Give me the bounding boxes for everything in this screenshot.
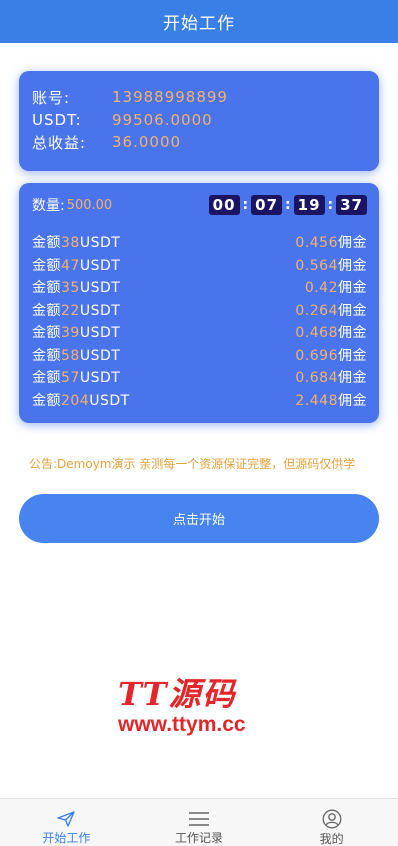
amount-prefix: 金额 bbox=[32, 325, 61, 342]
usdt-row: USDT: 99506.0000 bbox=[32, 109, 379, 132]
commission-suffix: 佣金 bbox=[338, 235, 367, 252]
tab-label: 我的 bbox=[319, 832, 344, 846]
quantity-value: 500.00 bbox=[66, 197, 113, 213]
timer-hours: 00 bbox=[208, 195, 240, 215]
page-title: 开始工作 bbox=[163, 14, 235, 34]
commission-value: 0.696 bbox=[295, 347, 338, 364]
amount-prefix: 金额 bbox=[32, 235, 61, 252]
watermark-title: TT源码 bbox=[118, 675, 237, 713]
amount-value: 57 bbox=[61, 370, 80, 387]
amount-unit: USDT bbox=[79, 347, 121, 364]
amount-unit: USDT bbox=[79, 280, 121, 297]
amount-value: 35 bbox=[61, 280, 80, 297]
menu-icon bbox=[188, 810, 210, 827]
quantity-label: 数量: bbox=[32, 198, 65, 214]
commission-suffix: 佣金 bbox=[338, 257, 367, 274]
amount-unit: USDT bbox=[79, 302, 121, 319]
amount-unit: USDT bbox=[79, 257, 121, 274]
commission-value: 0.456 bbox=[295, 235, 338, 252]
amount-value: 39 bbox=[61, 325, 80, 342]
commission-suffix: 佣金 bbox=[338, 280, 367, 297]
tab-label: 开始工作 bbox=[42, 831, 91, 845]
timer-separator: : bbox=[242, 197, 249, 213]
list-item: 金额58USDT 0.696佣金 bbox=[32, 344, 367, 367]
amount-value: 47 bbox=[61, 257, 80, 274]
timer-separator: : bbox=[285, 197, 291, 213]
timer-centiseconds: 37 bbox=[336, 195, 367, 215]
timer-minutes: 07 bbox=[251, 195, 283, 215]
commission-suffix: 佣金 bbox=[338, 347, 367, 364]
commission-suffix: 佣金 bbox=[338, 370, 367, 387]
list-item: 金额57USDT 0.684佣金 bbox=[32, 366, 367, 389]
amount-value: 22 bbox=[61, 302, 80, 319]
commission-value: 2.448 bbox=[295, 392, 338, 409]
commission-suffix: 佣金 bbox=[338, 325, 367, 342]
watermark-logo: TT源码 www.ttym.cc bbox=[118, 675, 278, 745]
amount-prefix: 金额 bbox=[32, 392, 61, 409]
order-list: 金额38USDT 0.456佣金 金额47USDT 0.564佣金 金额35US… bbox=[32, 231, 367, 411]
account-card: 账号: 13988998899 USDT: 99506.0000 总收益: 36… bbox=[19, 71, 379, 171]
tab-mine[interactable]: 我的 bbox=[265, 799, 398, 846]
commission-value: 0.42 bbox=[304, 280, 338, 297]
commission-value: 0.468 bbox=[295, 325, 338, 342]
total-earnings-label: 总收益: bbox=[32, 133, 87, 152]
usdt-label: USDT: bbox=[32, 110, 82, 129]
commission-value: 0.564 bbox=[295, 257, 338, 274]
list-item: 金额47USDT 0.564佣金 bbox=[32, 254, 367, 277]
total-earnings-value: 36.0000 bbox=[112, 133, 182, 152]
start-button[interactable]: 点击开始 bbox=[19, 494, 379, 543]
notice-marquee: 公告:Demoym演示 亲测每一个资源保证完整，但源码仅供学 bbox=[29, 457, 356, 471]
commission-suffix: 佣金 bbox=[338, 392, 367, 409]
amount-value: 204 bbox=[61, 392, 90, 409]
amount-value: 38 bbox=[61, 235, 80, 252]
amount-value: 58 bbox=[61, 347, 80, 364]
tab-work-records[interactable]: 工作记录 bbox=[133, 799, 266, 846]
quantity: 数量: 500.00 bbox=[32, 195, 112, 215]
work-header: 数量: 500.00 00 : 07 : 19 : 37 bbox=[32, 183, 367, 227]
amount-prefix: 金额 bbox=[32, 347, 61, 364]
list-item: 金额22USDT 0.264佣金 bbox=[32, 299, 367, 322]
amount-unit: USDT bbox=[79, 370, 121, 387]
amount-prefix: 金额 bbox=[32, 302, 61, 319]
commission-value: 0.264 bbox=[295, 302, 338, 319]
amount-unit: USDT bbox=[89, 392, 130, 409]
total-earnings-row: 总收益: 36.0000 bbox=[32, 131, 379, 154]
amount-unit: USDT bbox=[79, 235, 121, 252]
amount-prefix: 金额 bbox=[32, 257, 61, 274]
app-header: 开始工作 bbox=[0, 0, 398, 43]
send-icon bbox=[57, 810, 76, 827]
list-item: 金额204USDT 2.448佣金 bbox=[32, 389, 367, 412]
account-row: 账号: 13988998899 bbox=[32, 86, 379, 109]
timer-seconds: 19 bbox=[293, 195, 325, 215]
countdown-timer: 00 : 07 : 19 : 37 bbox=[208, 195, 367, 215]
list-item: 金额39USDT 0.468佣金 bbox=[32, 321, 367, 344]
amount-prefix: 金额 bbox=[32, 370, 61, 387]
user-icon bbox=[322, 809, 342, 829]
list-item: 金额35USDT 0.42佣金 bbox=[32, 276, 367, 299]
commission-suffix: 佣金 bbox=[338, 302, 367, 319]
bottom-tab-bar: 开始工作 工作记录 我的 bbox=[0, 798, 398, 846]
usdt-value: 99506.0000 bbox=[112, 110, 213, 129]
account-value: 13988998899 bbox=[112, 88, 228, 107]
work-card: 数量: 500.00 00 : 07 : 19 : 37 金额38USDT 0.… bbox=[19, 183, 379, 423]
watermark-url: www.ttym.cc bbox=[118, 713, 246, 736]
amount-unit: USDT bbox=[79, 325, 121, 342]
timer-separator: : bbox=[327, 197, 334, 213]
tab-start-work[interactable]: 开始工作 bbox=[0, 799, 133, 846]
account-label: 账号: bbox=[32, 88, 71, 107]
tab-label: 工作记录 bbox=[175, 831, 224, 845]
amount-prefix: 金额 bbox=[32, 280, 61, 297]
list-item: 金额38USDT 0.456佣金 bbox=[32, 231, 367, 254]
commission-value: 0.684 bbox=[295, 370, 338, 387]
